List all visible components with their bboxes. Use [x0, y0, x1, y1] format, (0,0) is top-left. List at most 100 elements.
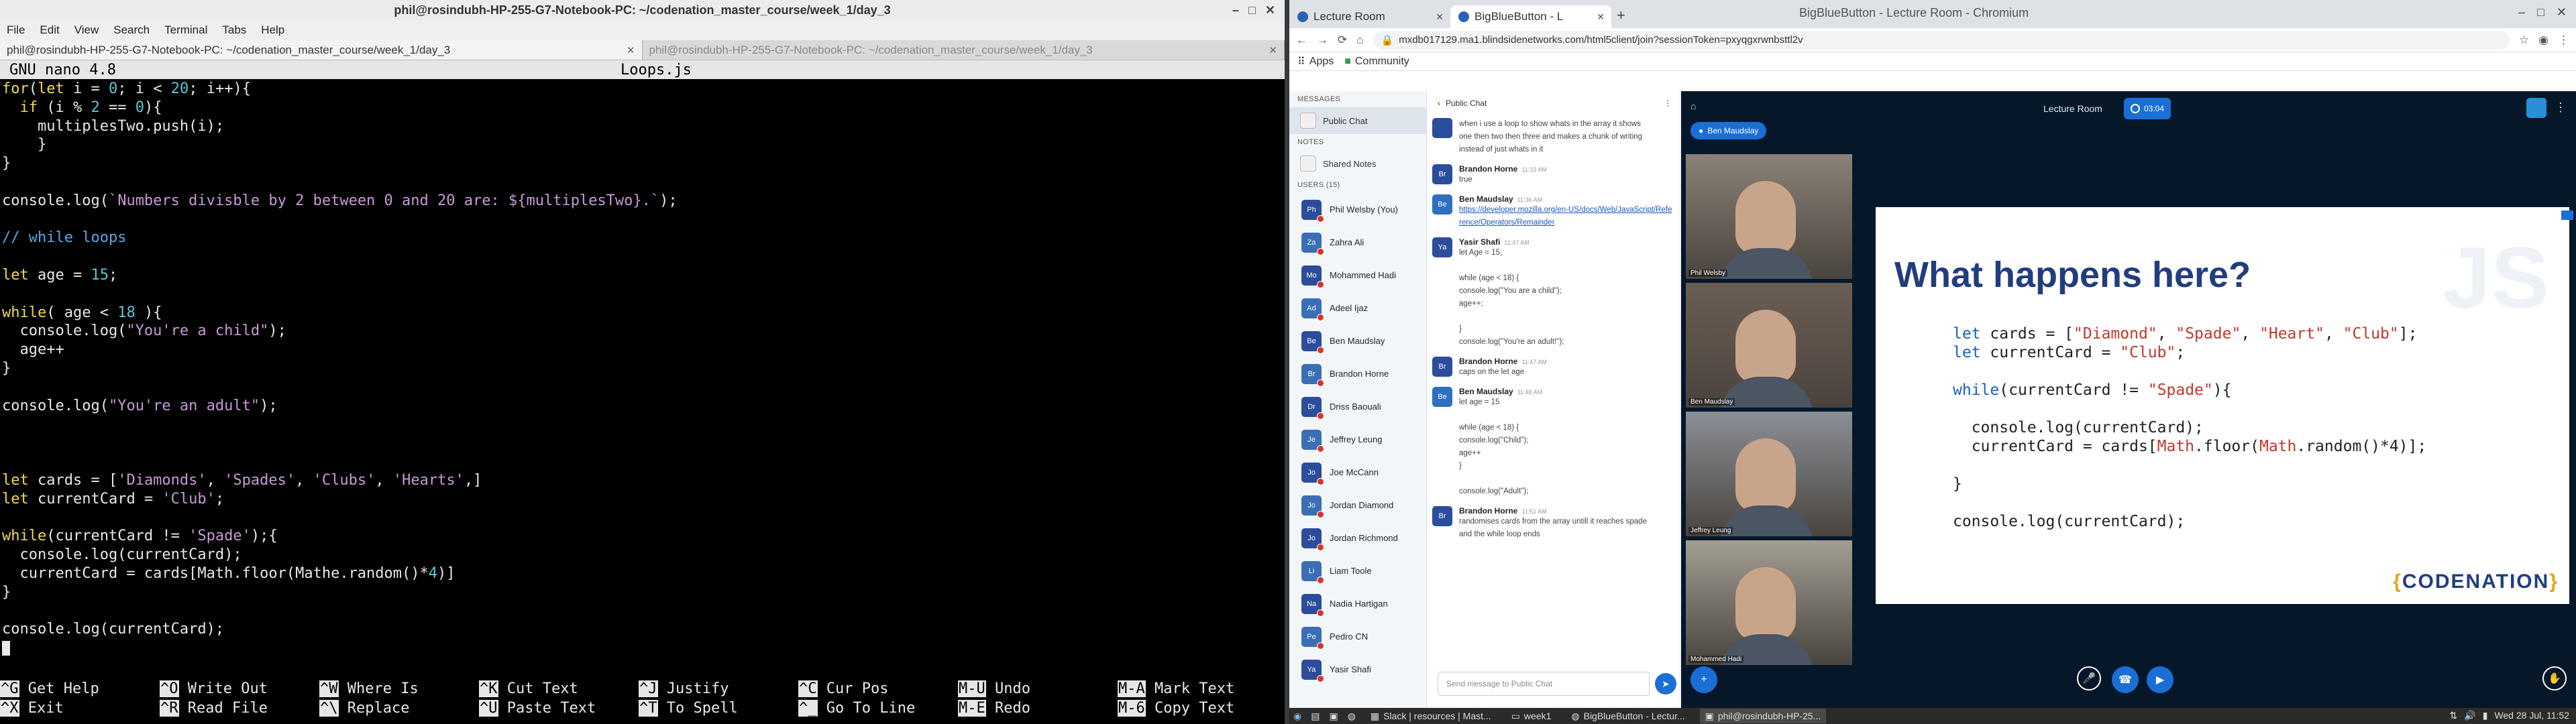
star-icon[interactable]: ☆ [2519, 34, 2529, 47]
connection-status-icon[interactable] [2526, 98, 2546, 118]
address-bar[interactable]: 🔒 mxdb017129.ma1.blindsidenetworks.com/h… [1373, 30, 2510, 50]
folder-icon: ■ [1344, 55, 1351, 67]
user-avatar: Je [1301, 429, 1324, 452]
user-list-item[interactable]: Br Brandon Horne [1289, 357, 1426, 390]
menu-edit[interactable]: Edit [40, 23, 59, 37]
mute-button[interactable]: 🎤 [2077, 666, 2101, 690]
camera-button[interactable]: ▶ [2147, 666, 2174, 693]
message-text: } [1459, 325, 1462, 333]
user-list-item[interactable]: Pe Pedro CN [1289, 620, 1426, 653]
options-menu-icon[interactable]: ⋮ [2555, 101, 2567, 115]
user-list-item[interactable]: Jo Joe McCann [1289, 456, 1426, 489]
person-silhouette [1735, 181, 1796, 255]
menu-search[interactable]: Search [113, 23, 150, 37]
maximize-icon[interactable]: □ [1248, 3, 1256, 17]
battery-icon[interactable]: ▮ [2483, 710, 2488, 721]
close-tab-icon[interactable]: ✕ [1269, 44, 1277, 56]
user-list-item[interactable]: Ad Adeel Ijaz [1289, 292, 1426, 324]
phone-button[interactable]: ☎ [2112, 666, 2139, 693]
network-icon[interactable]: ⇅ [2450, 710, 2458, 721]
message-text: console.log("You are a child"); [1459, 287, 1562, 295]
user-list-item[interactable]: Jo Jordan Diamond [1289, 489, 1426, 522]
terminal-tab-2[interactable]: phil@rosindubh-HP-255-G7-Notebook-PC: ~/… [643, 40, 1285, 60]
close-tab-icon[interactable]: ✕ [1436, 11, 1444, 23]
user-list-item[interactable]: Ya Yasir Shafi [1289, 653, 1426, 686]
menu-view[interactable]: View [74, 23, 99, 37]
nano-shortcut: ^\ Replace [319, 700, 410, 717]
user-list-item[interactable]: Li Liam Toole [1289, 554, 1426, 587]
webcam-video[interactable]: Jeffrey Leung [1686, 412, 1852, 536]
forward-icon[interactable]: → [1317, 34, 1328, 47]
user-list-item[interactable]: Ph Phil Welsby (You) [1289, 193, 1426, 226]
webcam-video[interactable]: Mohammed Hadi [1686, 540, 1852, 665]
maximize-icon[interactable]: □ [2537, 5, 2544, 19]
webcam-video[interactable]: Ben Maudslay [1686, 283, 1852, 408]
minimize-presentation-icon[interactable] [2561, 210, 2573, 220]
start-menu-icon[interactable]: ◉ [1293, 711, 1301, 722]
close-tab-icon[interactable]: ✕ [627, 44, 635, 56]
shared-notes-link[interactable]: Shared Notes [1289, 150, 1426, 177]
code-line: while( age < 18 ){ [2, 304, 162, 321]
browser-tab-lecture-room[interactable]: Lecture Room ✕ [1289, 5, 1450, 28]
taskbar-item-slack[interactable]: ▦ Slack | resources | Mast... [1365, 709, 1497, 723]
home-icon[interactable]: ⌂ [1356, 34, 1363, 47]
user-list-item[interactable]: Mo Mohammed Hadi [1289, 259, 1426, 292]
recording-indicator[interactable]: 03:04 [2124, 98, 2171, 119]
slide-code-line: while(currentCard != "Spade"){ [1953, 381, 2232, 399]
chevron-left-icon[interactable]: ‹ [1438, 99, 1440, 108]
code-line: ​ [2, 173, 1285, 192]
chat-input[interactable]: Send message to Public Chat [1438, 672, 1650, 696]
browser-tab-bigbluebutton[interactable]: BigBlueButton - L ✕ [1450, 5, 1611, 28]
chat-options-icon[interactable]: ⋮ [1664, 99, 1672, 108]
hide-panel-icon[interactable]: ⌂ [1690, 101, 1696, 111]
taskbar-item-week1[interactable]: ▭ week1 [1506, 709, 1557, 723]
user-list-item[interactable]: Dr Driss Baouali [1289, 390, 1426, 423]
close-icon[interactable]: ✕ [1265, 3, 1275, 17]
minimize-icon[interactable]: – [1232, 3, 1239, 17]
bookmark-apps[interactable]: ⠿ Apps [1297, 55, 1334, 68]
raise-hand-button[interactable]: ✋ [2542, 666, 2567, 690]
taskbar-item-bigbluebutton[interactable]: ◍ BigBlueButton - Lectur... [1566, 709, 1690, 723]
menu-dots-icon[interactable]: ⋮ [2558, 34, 2569, 47]
message-author: Brandon Horne 11:51 AM [1459, 506, 1547, 516]
code-editor[interactable]: for(let i = 0; i < 20; i++){ if (i % 2 =… [0, 79, 1285, 661]
send-message-button[interactable]: ➤ [1655, 673, 1676, 695]
menu-terminal[interactable]: Terminal [164, 23, 207, 37]
nano-filename: Loops.js [621, 61, 692, 78]
close-tab-icon[interactable]: ✕ [1597, 11, 1605, 23]
user-list-item[interactable]: Za Zahra Ali [1289, 226, 1426, 259]
actions-button[interactable]: + [1690, 666, 1717, 693]
message-text: let age = 15 [1459, 398, 1500, 406]
back-icon[interactable]: ← [1296, 34, 1307, 47]
user-list-item[interactable]: Je Jeffrey Leung [1289, 423, 1426, 456]
browser-tab-label: BigBlueButton - L [1474, 10, 1564, 23]
menu-file[interactable]: File [7, 23, 25, 37]
nano-shortcut: ^T To Spell [639, 700, 738, 717]
public-chat-label: Public Chat [1323, 115, 1368, 126]
files-icon[interactable]: ▤ [1311, 711, 1320, 722]
minimize-icon[interactable]: – [2518, 5, 2525, 19]
nano-shortcut: ^C Cur Pos [798, 680, 889, 697]
message-link[interactable]: https://developer.mozilla.org/en-US/docs… [1459, 204, 1674, 229]
user-list-item[interactable]: Be Ben Maudslay [1289, 324, 1426, 357]
new-tab-button[interactable]: + [1617, 7, 1625, 28]
user-list-item[interactable]: Jo Jordan Richmond [1289, 522, 1426, 554]
bookmark-community[interactable]: ■ Community [1344, 56, 1409, 68]
reload-icon[interactable]: ⟳ [1338, 34, 1347, 47]
clock[interactable]: Wed 28 Jul, 11:52 [2494, 710, 2569, 721]
menu-help[interactable]: Help [261, 23, 284, 37]
menu-tabs[interactable]: Tabs [222, 23, 246, 37]
terminal-tab-1[interactable]: phil@rosindubh-HP-255-G7-Notebook-PC: ~/… [0, 40, 643, 60]
user-avatar: Dr [1301, 396, 1324, 420]
webcam-video[interactable]: Phil Welsby [1686, 154, 1852, 279]
close-icon[interactable]: ✕ [2557, 5, 2567, 19]
browser-icon[interactable]: ◍ [1348, 711, 1356, 722]
terminal-icon[interactable]: ▣ [1329, 711, 1338, 722]
account-icon[interactable]: ◉ [2538, 34, 2548, 47]
user-name: Joe McCann [1330, 467, 1379, 477]
user-list-item[interactable]: Na Nadia Hartigan [1289, 587, 1426, 620]
taskbar-item-terminal[interactable]: ▣ phil@rosindubh-HP-25... [1699, 709, 1827, 723]
public-chat-link[interactable]: Public Chat [1289, 107, 1426, 134]
volume-icon[interactable]: 🔊 [2464, 710, 2475, 721]
user-list-panel: MESSAGES Public Chat NOTES Shared Notes … [1289, 91, 1427, 708]
